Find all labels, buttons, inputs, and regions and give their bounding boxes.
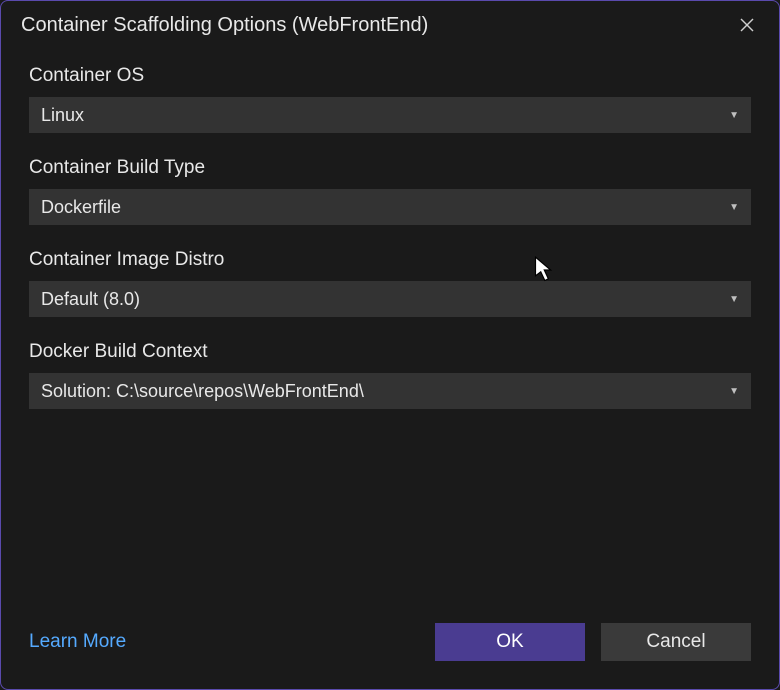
build-context-value: Solution: C:\source\repos\WebFrontEnd\ — [41, 381, 729, 402]
learn-more-link[interactable]: Learn More — [29, 631, 126, 653]
image-distro-value: Default (8.0) — [41, 289, 729, 310]
field-container-os: Container OS Linux ▼ — [29, 65, 751, 133]
container-os-dropdown[interactable]: Linux ▼ — [29, 97, 751, 133]
chevron-down-icon: ▼ — [729, 110, 739, 121]
field-image-distro: Container Image Distro Default (8.0) ▼ — [29, 249, 751, 317]
dialog-title: Container Scaffolding Options (WebFrontE… — [21, 14, 428, 37]
titlebar: Container Scaffolding Options (WebFrontE… — [1, 1, 779, 45]
cancel-button[interactable]: Cancel — [601, 623, 751, 661]
build-type-dropdown[interactable]: Dockerfile ▼ — [29, 189, 751, 225]
build-context-dropdown[interactable]: Solution: C:\source\repos\WebFrontEnd\ ▼ — [29, 373, 751, 409]
chevron-down-icon: ▼ — [729, 294, 739, 305]
dialog-content: Container OS Linux ▼ Container Build Typ… — [1, 45, 779, 623]
field-build-type: Container Build Type Dockerfile ▼ — [29, 157, 751, 225]
build-type-value: Dockerfile — [41, 197, 729, 218]
close-icon — [739, 17, 755, 33]
scaffolding-options-dialog: Container Scaffolding Options (WebFrontE… — [0, 0, 780, 690]
ok-button[interactable]: OK — [435, 623, 585, 661]
chevron-down-icon: ▼ — [729, 202, 739, 213]
dialog-footer: Learn More OK Cancel — [1, 623, 779, 689]
build-context-label: Docker Build Context — [29, 341, 751, 363]
container-os-value: Linux — [41, 105, 729, 126]
image-distro-dropdown[interactable]: Default (8.0) ▼ — [29, 281, 751, 317]
field-build-context: Docker Build Context Solution: C:\source… — [29, 341, 751, 409]
build-type-label: Container Build Type — [29, 157, 751, 179]
container-os-label: Container OS — [29, 65, 751, 87]
chevron-down-icon: ▼ — [729, 386, 739, 397]
close-button[interactable] — [735, 13, 759, 37]
image-distro-label: Container Image Distro — [29, 249, 751, 271]
